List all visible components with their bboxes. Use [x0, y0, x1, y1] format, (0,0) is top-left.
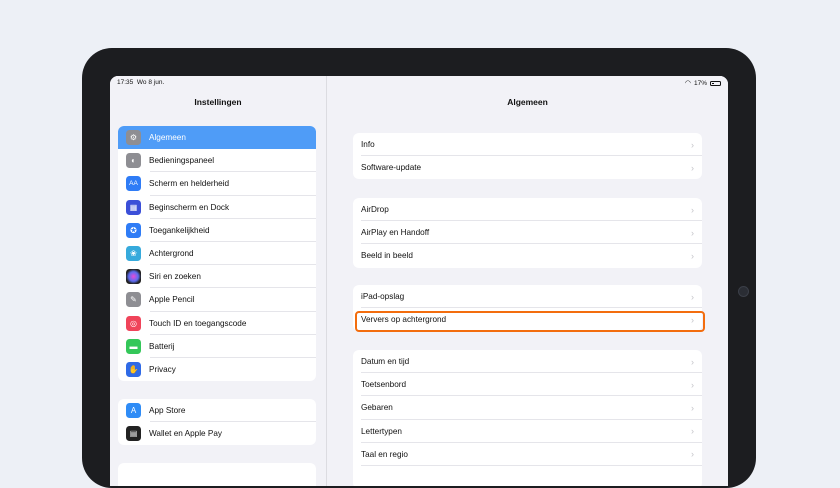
- sidebar-item-label: Apple Pencil: [149, 295, 195, 305]
- highlight-box: [355, 311, 705, 332]
- row-label: Beeld in beeld: [361, 251, 413, 261]
- settings-row-pip[interactable]: Beeld in beeld ›: [353, 244, 702, 267]
- page-title: Algemeen: [507, 97, 548, 107]
- chevron-right-icon: ›: [691, 356, 694, 367]
- status-indicators: ◠ 17%: [685, 79, 721, 87]
- settings-row-airdrop[interactable]: AirDrop ›: [353, 198, 702, 222]
- accessibility-icon: ✪: [126, 222, 141, 238]
- sidebar-title: Instellingen: [194, 97, 242, 107]
- settings-row-software-update[interactable]: Software-update ›: [353, 156, 702, 179]
- sidebar-item-label: Toegankelijkheid: [149, 225, 210, 235]
- status-time: 17:35 Wo 8 jun.: [117, 79, 164, 86]
- settings-row-info[interactable]: Info ›: [353, 133, 702, 157]
- main-group-2: AirDrop › AirPlay en Handoff › Beeld in be…: [353, 198, 702, 268]
- control-center-icon: ◐: [126, 153, 141, 169]
- fingerprint-icon: ◎: [126, 315, 141, 331]
- row-label: Gebaren: [361, 403, 393, 413]
- sidebar-item-label: Bedieningspaneel: [149, 156, 215, 166]
- sidebar-item-label: App Store: [149, 406, 186, 416]
- chevron-right-icon: ›: [691, 139, 694, 150]
- sidebar-item-toegankelijkheid[interactable]: ✪ Toegankelijkheid: [118, 219, 316, 243]
- row-label: Datum en tijd: [361, 357, 410, 367]
- chevron-right-icon: ›: [691, 291, 694, 302]
- app-store-icon: A: [126, 403, 141, 419]
- home-screen-icon: ▦: [126, 199, 141, 215]
- row-label: Software-update: [361, 163, 422, 173]
- sidebar-item-label: Privacy: [149, 364, 176, 374]
- sidebar-group-store: A App Store ▤ Wallet en Apple Pay: [118, 399, 316, 446]
- battery-icon: ▬: [126, 338, 141, 354]
- row-label: Taal en regio: [361, 449, 408, 459]
- sidebar-item-scherm[interactable]: AA Scherm en helderheid: [118, 172, 316, 196]
- main-group-1: Info › Software-update ›: [353, 133, 702, 180]
- sidebar-group-partial: [118, 463, 316, 486]
- settings-row-gestures[interactable]: Gebaren ›: [353, 396, 702, 420]
- hand-icon: ✋: [126, 361, 141, 377]
- chevron-right-icon: ›: [691, 426, 694, 437]
- sidebar-item-beginscherm[interactable]: ▦ Beginscherm en Dock: [118, 196, 316, 219]
- sidebar-item-label: Siri en zoeken: [149, 272, 201, 282]
- sidebar-group-main: ⚙ Algemeen ◐ Bedieningspaneel AA Scherm …: [118, 126, 316, 382]
- battery-status-icon: [710, 80, 721, 86]
- row-label: Info: [361, 140, 375, 150]
- status-clock: 17:35: [117, 79, 134, 86]
- settings-row-date-time[interactable]: Datum en tijd ›: [353, 350, 702, 374]
- row-label: Toetsenbord: [361, 380, 407, 390]
- sidebar-item-label: Touch ID en toegangscode: [149, 318, 247, 328]
- sidebar-item-label: Beginscherm en Dock: [149, 202, 230, 212]
- sidebar-item-appstore[interactable]: A App Store: [118, 399, 316, 423]
- sidebar-item-batterij[interactable]: ▬ Batterij: [118, 335, 316, 359]
- sidebar-item-algemeen[interactable]: ⚙ Algemeen: [118, 126, 316, 150]
- display-icon: AA: [126, 176, 141, 192]
- chevron-right-icon: ›: [691, 250, 694, 261]
- wallpaper-icon: ❀: [126, 246, 141, 262]
- settings-row-fonts[interactable]: Lettertypen ›: [353, 420, 702, 443]
- sidebar-item-wallet[interactable]: ▤ Wallet en Apple Pay: [118, 422, 316, 445]
- wifi-icon: ◠: [684, 80, 691, 87]
- battery-percentage: 17%: [693, 79, 707, 87]
- row-label: iPad-opslag: [361, 292, 405, 302]
- ipad-screen: 17:35 Wo 8 jun. Instellingen ⚙ Algemeen …: [110, 76, 728, 486]
- camera-icon: [738, 286, 749, 297]
- chevron-right-icon: ›: [691, 379, 694, 390]
- chevron-right-icon: ›: [691, 227, 694, 238]
- wallet-icon: ▤: [126, 426, 141, 442]
- siri-icon: [126, 269, 141, 285]
- gear-icon: ⚙: [126, 130, 141, 146]
- chevron-right-icon: ›: [691, 402, 694, 413]
- sidebar-item-siri[interactable]: Siri en zoeken: [118, 265, 316, 289]
- sidebar-item-label: Scherm en helderheid: [149, 179, 230, 189]
- row-label: AirPlay en Handoff: [361, 228, 430, 238]
- sidebar-item-label: Batterij: [149, 341, 175, 351]
- settings-row-airplay[interactable]: AirPlay en Handoff ›: [353, 221, 702, 245]
- settings-row-storage[interactable]: iPad-opslag ›: [353, 285, 702, 309]
- main-group-4: Datum en tijd › Toetsenbord › Gebaren › Let…: [353, 350, 702, 486]
- row-label: AirDrop: [361, 205, 389, 215]
- chevron-right-icon: ›: [691, 162, 694, 173]
- sidebar-item-label: Achtergrond: [149, 249, 194, 259]
- sidebar-item-pencil[interactable]: ✎ Apple Pencil: [118, 288, 316, 312]
- sidebar-item-bedieningspaneel[interactable]: ◐ Bedieningspaneel: [118, 149, 316, 173]
- settings-row-keyboard[interactable]: Toetsenbord ›: [353, 373, 702, 397]
- settings-row-partial: [353, 466, 702, 486]
- general-settings-pane: ◠ 17% Algemeen Info › Software-update › Ai…: [327, 76, 728, 486]
- sidebar-item-label: Algemeen: [149, 133, 186, 143]
- row-label: Lettertypen: [361, 426, 402, 436]
- sidebar-item-touchid[interactable]: ◎ Touch ID en toegangscode: [118, 312, 316, 335]
- chevron-right-icon: ›: [691, 204, 694, 215]
- sidebar-item-privacy[interactable]: ✋ Privacy: [118, 358, 316, 381]
- settings-sidebar: 17:35 Wo 8 jun. Instellingen ⚙ Algemeen …: [110, 76, 327, 486]
- sidebar-item-label: Wallet en Apple Pay: [149, 429, 222, 439]
- pencil-icon: ✎: [126, 292, 141, 308]
- settings-row-language-region[interactable]: Taal en regio ›: [353, 443, 702, 467]
- chevron-right-icon: ›: [691, 449, 694, 460]
- sidebar-item-achtergrond[interactable]: ❀ Achtergrond: [118, 242, 316, 266]
- status-date: Wo 8 jun.: [136, 79, 165, 86]
